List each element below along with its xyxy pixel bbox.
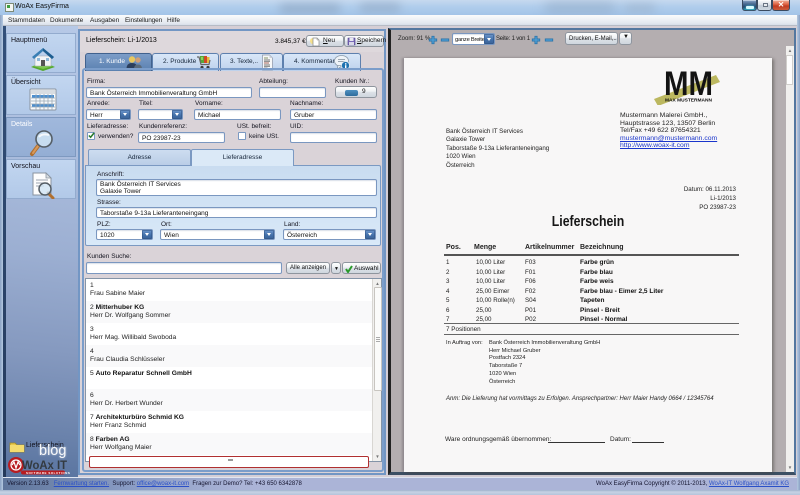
svg-text:SOFTWARE SOLUTIONS: SOFTWARE SOLUTIONS xyxy=(26,471,70,475)
